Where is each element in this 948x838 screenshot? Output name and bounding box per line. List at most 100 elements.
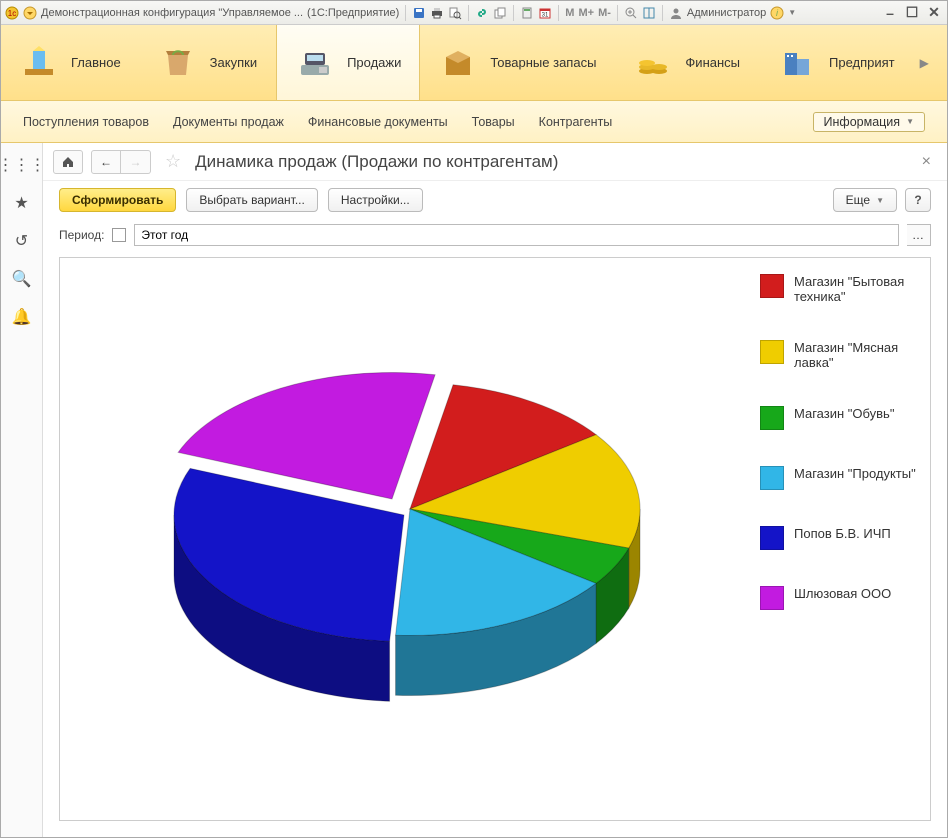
legend-swatch (760, 526, 784, 550)
user-icon (669, 6, 683, 20)
legend-swatch (760, 466, 784, 490)
legend-item[interactable]: Магазин "Бытовая техника" (760, 274, 920, 304)
stock-section-icon (438, 43, 478, 83)
enterprise-section-icon (777, 43, 817, 83)
main-section-icon (19, 43, 59, 83)
nav-group: ← → (91, 150, 151, 174)
legend-item[interactable]: Магазин "Мясная лавка" (760, 340, 920, 370)
separator (558, 5, 559, 21)
svg-text:1c: 1c (8, 9, 16, 18)
app-logo-icon: 1c (5, 6, 19, 20)
chevron-down-icon: ▼ (876, 196, 884, 205)
subnav-item[interactable]: Товары (472, 115, 515, 129)
sections-nav: Главное Закупки Продажи Товарные запасы … (1, 25, 947, 101)
information-button[interactable]: Информация ▼ (813, 112, 925, 132)
section-enterprise[interactable]: Предприят (759, 25, 914, 100)
history-icon[interactable]: ↺ (15, 231, 28, 251)
subnav-item[interactable]: Документы продаж (173, 115, 284, 129)
subnav-item[interactable]: Поступления товаров (23, 115, 149, 129)
legend-swatch (760, 406, 784, 430)
sections-scroll-right[interactable]: ▶ (914, 25, 935, 100)
legend-swatch (760, 274, 784, 298)
mplus-button[interactable]: M+ (578, 7, 594, 19)
pie-chart (60, 258, 760, 820)
section-purchasing[interactable]: Закупки (140, 25, 276, 100)
period-picker-button[interactable]: … (907, 224, 931, 246)
section-sales[interactable]: Продажи (276, 25, 420, 100)
calendar-icon[interactable]: 31 (538, 6, 552, 20)
back-button[interactable]: ← (91, 150, 121, 174)
toolbar: Сформировать Выбрать вариант... Настройк… (43, 181, 947, 219)
app-window: 1c Демонстрационная конфигурация "Управл… (0, 0, 948, 838)
close-button[interactable]: ✕ (925, 4, 943, 22)
legend-swatch (760, 586, 784, 610)
legend-item[interactable]: Магазин "Обувь" (760, 406, 920, 430)
separator (662, 5, 663, 21)
legend-item[interactable]: Магазин "Продукты" (760, 466, 920, 490)
panels-icon[interactable] (642, 6, 656, 20)
period-input[interactable] (134, 224, 899, 246)
finance-section-icon (633, 43, 673, 83)
close-tab-button[interactable]: × (922, 153, 931, 171)
minimize-button[interactable]: – (881, 4, 899, 22)
info-icon[interactable]: i (770, 6, 784, 20)
dropdown-icon[interactable] (23, 6, 37, 20)
home-button[interactable] (53, 150, 83, 174)
m-button[interactable]: M (565, 7, 574, 19)
separator (405, 5, 406, 21)
period-row: Период: … (43, 219, 947, 251)
search-icon[interactable]: 🔍 (12, 269, 32, 289)
help-button[interactable]: ? (905, 188, 931, 212)
separator (513, 5, 514, 21)
chevron-down-icon: ▼ (906, 117, 914, 126)
separator (617, 5, 618, 21)
legend-label: Магазин "Обувь" (794, 406, 894, 421)
section-label: Главное (71, 55, 121, 70)
main-area: ⋮⋮⋮ ★ ↺ 🔍 🔔 ← → ☆ Динамика продаж (Прода… (1, 143, 947, 837)
section-main[interactable]: Главное (1, 25, 140, 100)
subnav-item[interactable]: Контрагенты (539, 115, 613, 129)
chart-legend: Магазин "Бытовая техника" Магазин "Мясная… (760, 258, 930, 820)
zoom-icon[interactable] (624, 6, 638, 20)
star-icon[interactable]: ☆ (165, 151, 181, 172)
section-stock[interactable]: Товарные запасы (420, 25, 615, 100)
period-checkbox[interactable] (112, 228, 126, 242)
legend-item[interactable]: Попов Б.В. ИЧП (760, 526, 920, 550)
legend-item[interactable]: Шлюзовая ООО (760, 586, 920, 610)
user-label[interactable]: Администратор (687, 7, 766, 19)
preview-icon[interactable] (448, 6, 462, 20)
product-label: (1С:Предприятие) (307, 7, 399, 19)
apps-icon[interactable]: ⋮⋮⋮ (0, 155, 46, 175)
title-bar: 1c Демонстрационная конфигурация "Управл… (1, 1, 947, 25)
save-icon[interactable] (412, 6, 426, 20)
section-label: Финансы (685, 55, 740, 70)
legend-swatch (760, 340, 784, 364)
maximize-button[interactable]: ☐ (903, 4, 921, 22)
legend-label: Магазин "Продукты" (794, 466, 916, 481)
link-icon[interactable] (475, 6, 489, 20)
print-icon[interactable] (430, 6, 444, 20)
tab-header: ← → ☆ Динамика продаж (Продажи по контра… (43, 143, 947, 181)
copy-icon[interactable] (493, 6, 507, 20)
favorite-icon[interactable]: ★ (14, 193, 28, 213)
info-dropdown-icon[interactable]: ▼ (788, 8, 796, 17)
settings-button[interactable]: Настройки... (328, 188, 423, 212)
section-finance[interactable]: Финансы (615, 25, 759, 100)
notifications-icon[interactable]: 🔔 (12, 307, 32, 327)
legend-label: Шлюзовая ООО (794, 586, 891, 601)
section-label: Товарные запасы (490, 55, 596, 70)
sidebar: ⋮⋮⋮ ★ ↺ 🔍 🔔 (1, 143, 43, 837)
select-variant-button[interactable]: Выбрать вариант... (186, 188, 317, 212)
app-title: Демонстрационная конфигурация "Управляем… (41, 7, 303, 19)
section-label: Предприят (829, 55, 895, 70)
generate-button[interactable]: Сформировать (59, 188, 176, 212)
mminus-button[interactable]: M- (598, 7, 611, 19)
section-label: Продажи (347, 55, 401, 70)
forward-button[interactable]: → (121, 150, 151, 174)
more-button[interactable]: Еще ▼ (833, 188, 897, 212)
subnav-item[interactable]: Финансовые документы (308, 115, 448, 129)
section-label: Закупки (210, 55, 257, 70)
period-label: Период: (59, 228, 104, 242)
calculator-icon[interactable] (520, 6, 534, 20)
more-label: Еще (846, 193, 870, 207)
